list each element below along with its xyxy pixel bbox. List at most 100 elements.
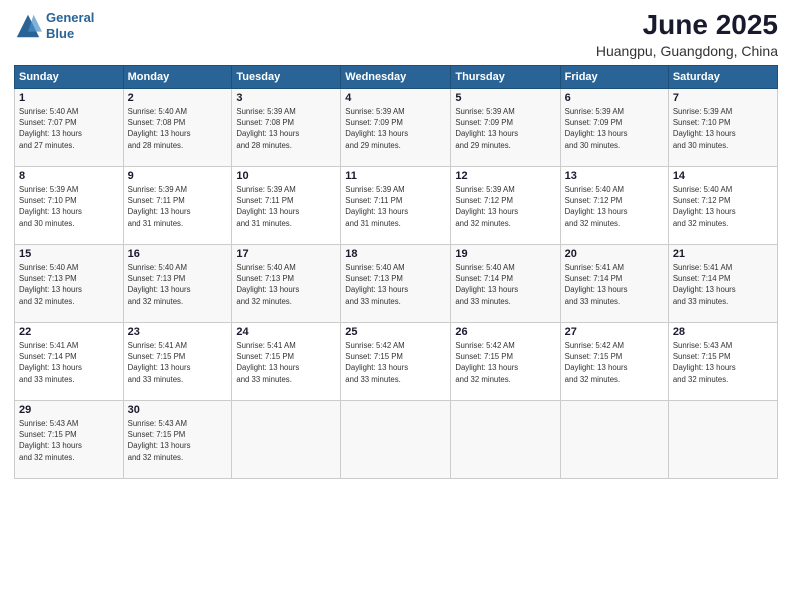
- calendar-cell: 29 Sunrise: 5:43 AM Sunset: 7:15 PM Dayl…: [15, 400, 124, 478]
- day-info: Sunrise: 5:41 AM Sunset: 7:14 PM Dayligh…: [673, 262, 773, 307]
- calendar-cell: 23 Sunrise: 5:41 AM Sunset: 7:15 PM Dayl…: [123, 322, 232, 400]
- calendar-cell: 19 Sunrise: 5:40 AM Sunset: 7:14 PM Dayl…: [451, 244, 560, 322]
- calendar-cell: 24 Sunrise: 5:41 AM Sunset: 7:15 PM Dayl…: [232, 322, 341, 400]
- day-number: 29: [19, 404, 119, 416]
- day-info: Sunrise: 5:39 AM Sunset: 7:11 PM Dayligh…: [128, 184, 228, 229]
- calendar-cell: 11 Sunrise: 5:39 AM Sunset: 7:11 PM Dayl…: [341, 166, 451, 244]
- day-info: Sunrise: 5:40 AM Sunset: 7:08 PM Dayligh…: [128, 106, 228, 151]
- week-row-4: 22 Sunrise: 5:41 AM Sunset: 7:14 PM Dayl…: [15, 322, 778, 400]
- main-title: June 2025: [596, 10, 778, 41]
- day-number: 30: [128, 404, 228, 416]
- calendar-cell: 13 Sunrise: 5:40 AM Sunset: 7:12 PM Dayl…: [560, 166, 668, 244]
- day-number: 7: [673, 92, 773, 104]
- day-info: Sunrise: 5:40 AM Sunset: 7:12 PM Dayligh…: [565, 184, 664, 229]
- day-info: Sunrise: 5:43 AM Sunset: 7:15 PM Dayligh…: [19, 418, 119, 463]
- day-info: Sunrise: 5:39 AM Sunset: 7:08 PM Dayligh…: [236, 106, 336, 151]
- day-number: 3: [236, 92, 336, 104]
- logo-text: General Blue: [46, 10, 94, 41]
- calendar-cell: 1 Sunrise: 5:40 AM Sunset: 7:07 PM Dayli…: [15, 88, 124, 166]
- day-info: Sunrise: 5:41 AM Sunset: 7:15 PM Dayligh…: [128, 340, 228, 385]
- logo-icon: [14, 12, 42, 40]
- day-number: 12: [455, 170, 555, 182]
- day-info: Sunrise: 5:40 AM Sunset: 7:13 PM Dayligh…: [236, 262, 336, 307]
- calendar-header: Sunday Monday Tuesday Wednesday Thursday…: [15, 65, 778, 88]
- day-info: Sunrise: 5:40 AM Sunset: 7:13 PM Dayligh…: [128, 262, 228, 307]
- day-info: Sunrise: 5:42 AM Sunset: 7:15 PM Dayligh…: [345, 340, 446, 385]
- logo-line1: General: [46, 10, 94, 25]
- day-info: Sunrise: 5:39 AM Sunset: 7:11 PM Dayligh…: [236, 184, 336, 229]
- weekday-row: Sunday Monday Tuesday Wednesday Thursday…: [15, 65, 778, 88]
- day-info: Sunrise: 5:42 AM Sunset: 7:15 PM Dayligh…: [565, 340, 664, 385]
- day-number: 21: [673, 248, 773, 260]
- day-number: 14: [673, 170, 773, 182]
- day-info: Sunrise: 5:42 AM Sunset: 7:15 PM Dayligh…: [455, 340, 555, 385]
- day-number: 8: [19, 170, 119, 182]
- weekday-sunday: Sunday: [15, 65, 124, 88]
- day-info: Sunrise: 5:39 AM Sunset: 7:09 PM Dayligh…: [565, 106, 664, 151]
- title-block: June 2025 Huangpu, Guangdong, China: [596, 10, 778, 59]
- day-number: 24: [236, 326, 336, 338]
- calendar-cell: [560, 400, 668, 478]
- logo: General Blue: [14, 10, 94, 41]
- header: General Blue June 2025 Huangpu, Guangdon…: [14, 10, 778, 59]
- day-number: 17: [236, 248, 336, 260]
- day-number: 27: [565, 326, 664, 338]
- day-number: 16: [128, 248, 228, 260]
- day-info: Sunrise: 5:39 AM Sunset: 7:10 PM Dayligh…: [19, 184, 119, 229]
- calendar-cell: 12 Sunrise: 5:39 AM Sunset: 7:12 PM Dayl…: [451, 166, 560, 244]
- calendar-cell: 16 Sunrise: 5:40 AM Sunset: 7:13 PM Dayl…: [123, 244, 232, 322]
- day-info: Sunrise: 5:40 AM Sunset: 7:07 PM Dayligh…: [19, 106, 119, 151]
- calendar-cell: 8 Sunrise: 5:39 AM Sunset: 7:10 PM Dayli…: [15, 166, 124, 244]
- day-number: 13: [565, 170, 664, 182]
- day-info: Sunrise: 5:43 AM Sunset: 7:15 PM Dayligh…: [673, 340, 773, 385]
- day-info: Sunrise: 5:40 AM Sunset: 7:13 PM Dayligh…: [19, 262, 119, 307]
- day-number: 18: [345, 248, 446, 260]
- day-info: Sunrise: 5:41 AM Sunset: 7:14 PM Dayligh…: [19, 340, 119, 385]
- day-info: Sunrise: 5:41 AM Sunset: 7:15 PM Dayligh…: [236, 340, 336, 385]
- day-info: Sunrise: 5:39 AM Sunset: 7:09 PM Dayligh…: [455, 106, 555, 151]
- day-info: Sunrise: 5:40 AM Sunset: 7:14 PM Dayligh…: [455, 262, 555, 307]
- day-info: Sunrise: 5:41 AM Sunset: 7:14 PM Dayligh…: [565, 262, 664, 307]
- calendar-cell: 5 Sunrise: 5:39 AM Sunset: 7:09 PM Dayli…: [451, 88, 560, 166]
- weekday-thursday: Thursday: [451, 65, 560, 88]
- weekday-wednesday: Wednesday: [341, 65, 451, 88]
- weekday-tuesday: Tuesday: [232, 65, 341, 88]
- calendar-cell: 21 Sunrise: 5:41 AM Sunset: 7:14 PM Dayl…: [668, 244, 777, 322]
- day-number: 5: [455, 92, 555, 104]
- day-number: 28: [673, 326, 773, 338]
- subtitle: Huangpu, Guangdong, China: [596, 43, 778, 59]
- calendar-cell: 30 Sunrise: 5:43 AM Sunset: 7:15 PM Dayl…: [123, 400, 232, 478]
- calendar-cell: 6 Sunrise: 5:39 AM Sunset: 7:09 PM Dayli…: [560, 88, 668, 166]
- calendar-cell: 26 Sunrise: 5:42 AM Sunset: 7:15 PM Dayl…: [451, 322, 560, 400]
- calendar-table: Sunday Monday Tuesday Wednesday Thursday…: [14, 65, 778, 479]
- week-row-2: 8 Sunrise: 5:39 AM Sunset: 7:10 PM Dayli…: [15, 166, 778, 244]
- calendar-cell: 2 Sunrise: 5:40 AM Sunset: 7:08 PM Dayli…: [123, 88, 232, 166]
- day-number: 1: [19, 92, 119, 104]
- day-number: 4: [345, 92, 446, 104]
- calendar-cell: [341, 400, 451, 478]
- day-info: Sunrise: 5:39 AM Sunset: 7:11 PM Dayligh…: [345, 184, 446, 229]
- day-number: 10: [236, 170, 336, 182]
- day-info: Sunrise: 5:39 AM Sunset: 7:12 PM Dayligh…: [455, 184, 555, 229]
- logo-line2: Blue: [46, 26, 74, 41]
- calendar-cell: [668, 400, 777, 478]
- day-number: 20: [565, 248, 664, 260]
- day-number: 6: [565, 92, 664, 104]
- day-number: 11: [345, 170, 446, 182]
- week-row-5: 29 Sunrise: 5:43 AM Sunset: 7:15 PM Dayl…: [15, 400, 778, 478]
- day-number: 9: [128, 170, 228, 182]
- calendar-cell: 4 Sunrise: 5:39 AM Sunset: 7:09 PM Dayli…: [341, 88, 451, 166]
- day-info: Sunrise: 5:43 AM Sunset: 7:15 PM Dayligh…: [128, 418, 228, 463]
- calendar-cell: 15 Sunrise: 5:40 AM Sunset: 7:13 PM Dayl…: [15, 244, 124, 322]
- calendar-cell: 7 Sunrise: 5:39 AM Sunset: 7:10 PM Dayli…: [668, 88, 777, 166]
- day-number: 23: [128, 326, 228, 338]
- calendar-cell: 17 Sunrise: 5:40 AM Sunset: 7:13 PM Dayl…: [232, 244, 341, 322]
- day-number: 15: [19, 248, 119, 260]
- calendar-cell: 18 Sunrise: 5:40 AM Sunset: 7:13 PM Dayl…: [341, 244, 451, 322]
- calendar-cell: 14 Sunrise: 5:40 AM Sunset: 7:12 PM Dayl…: [668, 166, 777, 244]
- calendar-cell: 20 Sunrise: 5:41 AM Sunset: 7:14 PM Dayl…: [560, 244, 668, 322]
- calendar-cell: 27 Sunrise: 5:42 AM Sunset: 7:15 PM Dayl…: [560, 322, 668, 400]
- calendar-body: 1 Sunrise: 5:40 AM Sunset: 7:07 PM Dayli…: [15, 88, 778, 478]
- day-info: Sunrise: 5:40 AM Sunset: 7:13 PM Dayligh…: [345, 262, 446, 307]
- calendar-cell: 9 Sunrise: 5:39 AM Sunset: 7:11 PM Dayli…: [123, 166, 232, 244]
